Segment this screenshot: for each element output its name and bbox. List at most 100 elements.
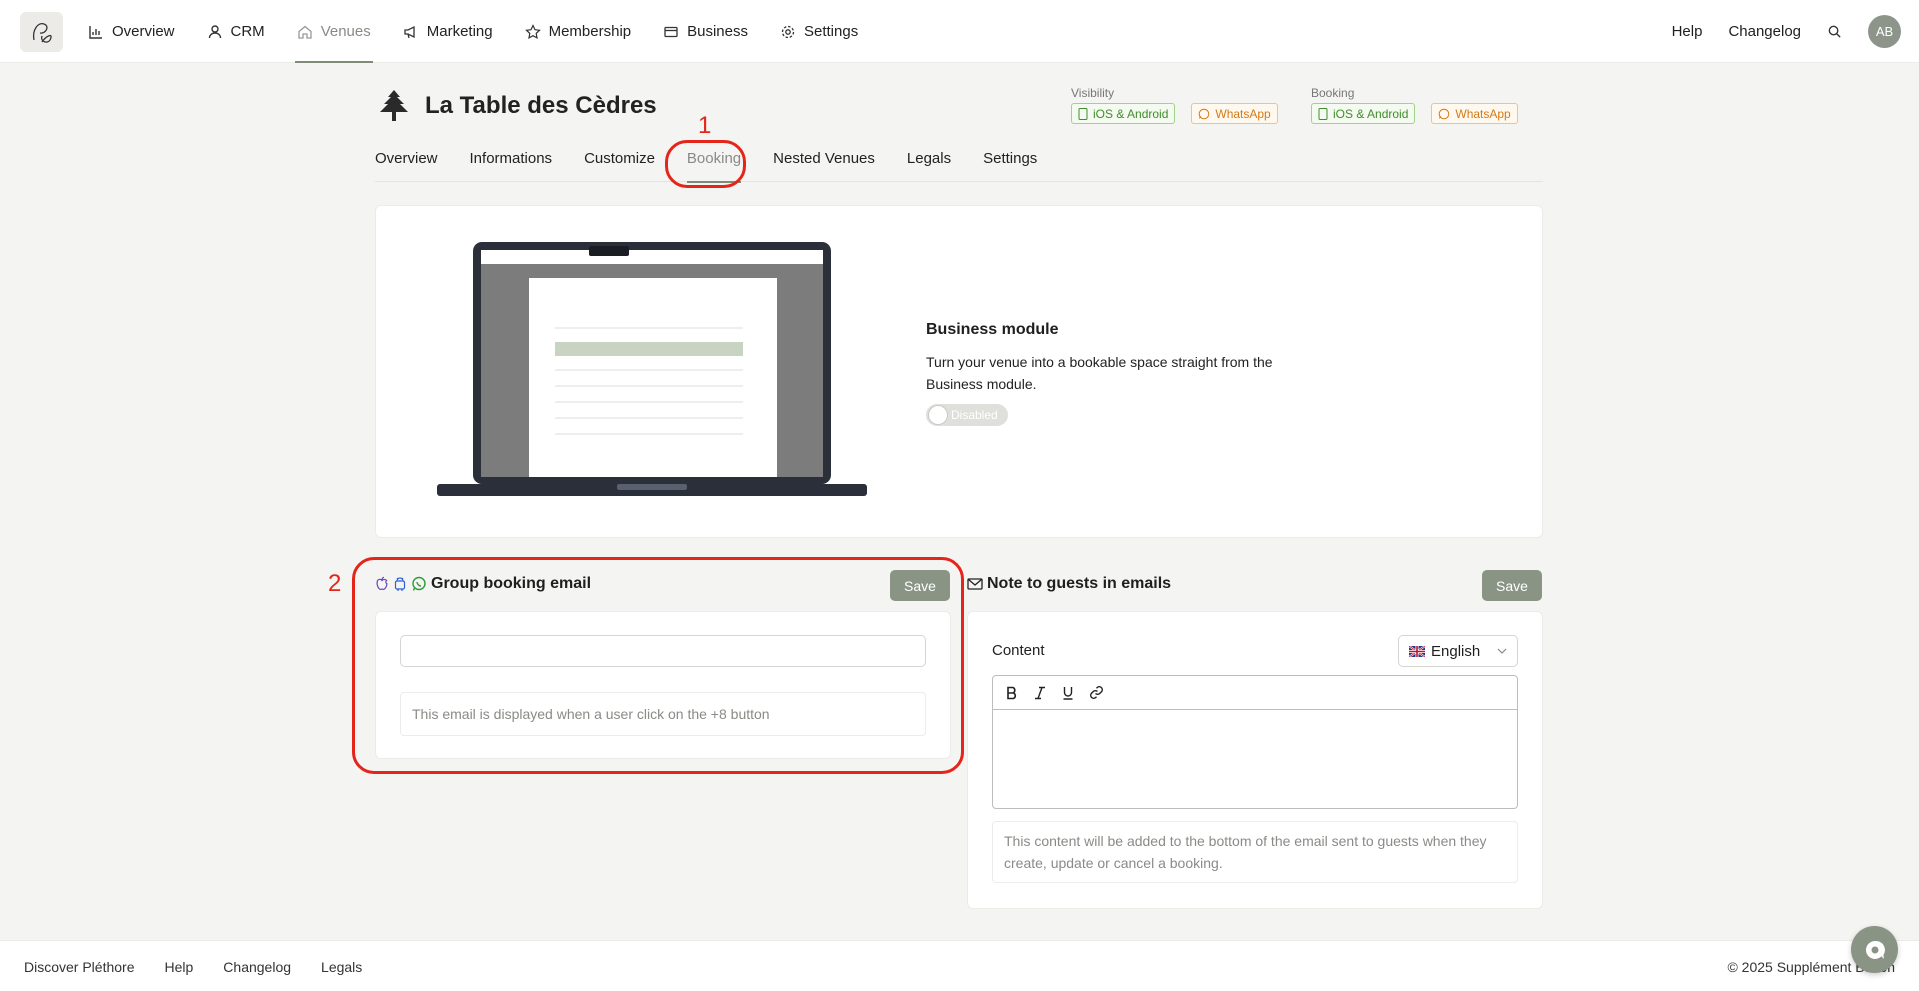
toggle-label: Disabled	[951, 408, 998, 422]
visibility-whatsapp-badge: WhatsApp	[1191, 103, 1278, 124]
laptop-illustration	[437, 242, 867, 496]
phone-icon	[1078, 107, 1088, 120]
top-navigation: Overview CRM Venues Marketing Membership…	[0, 0, 1919, 63]
badge-label: WhatsApp	[1455, 106, 1511, 121]
group-booking-card	[375, 611, 951, 759]
nav-marketing[interactable]: Marketing	[403, 0, 493, 63]
whatsapp-icon	[1439, 108, 1450, 119]
group-booking-hint: This email is displayed when a user clic…	[400, 692, 926, 736]
booking-whatsapp-badge: WhatsApp	[1431, 103, 1518, 124]
bold-button[interactable]	[1003, 684, 1021, 702]
booking-ios-android-badge: iOS & Android	[1311, 103, 1416, 124]
whatsapp-icon	[1199, 108, 1210, 119]
group-booking-email-input[interactable]	[400, 635, 926, 667]
underline-button[interactable]	[1059, 684, 1077, 702]
link-icon	[1089, 686, 1103, 699]
annotation-number-1: 1	[698, 112, 712, 139]
nav-venues-label: Venues	[320, 23, 371, 40]
tab-booking[interactable]: Booking	[686, 142, 742, 183]
italic-icon	[1035, 686, 1045, 699]
footer: Discover Pléthore Help Changelog Legals …	[0, 940, 1919, 991]
avatar[interactable]: AB	[1868, 15, 1901, 48]
tab-nested-venues[interactable]: Nested Venues	[773, 142, 875, 182]
star-icon	[524, 23, 541, 39]
visibility-badges: Visibility iOS & Android WhatsApp	[1071, 86, 1278, 124]
nav-overview-label: Overview	[112, 23, 175, 40]
megaphone-icon	[404, 25, 415, 38]
group-booking-title: Group booking email	[375, 575, 591, 593]
nav-settings[interactable]: Settings	[780, 0, 858, 63]
mail-icon	[967, 578, 983, 590]
tab-overview[interactable]: Overview	[375, 142, 438, 182]
nav-settings-label: Settings	[804, 23, 859, 40]
nav-business[interactable]: Business	[663, 0, 748, 63]
group-booking-title-text: Group booking email	[431, 575, 592, 592]
underline-icon	[1063, 686, 1073, 700]
venue-title: La Table des Cèdres	[425, 92, 657, 119]
user-icon	[208, 24, 221, 38]
bold-icon	[1007, 686, 1017, 699]
logo-icon	[32, 23, 52, 43]
booking-label: Booking	[1311, 86, 1355, 100]
italic-button[interactable]	[1031, 684, 1049, 702]
nav-crm[interactable]: CRM	[207, 0, 265, 63]
tab-legals[interactable]: Legals	[907, 142, 951, 182]
booking-badges: Booking iOS & Android WhatsApp	[1311, 86, 1518, 124]
uk-flag-icon	[1409, 645, 1425, 657]
nav-membership-label: Membership	[548, 23, 632, 40]
language-select-value: English	[1431, 642, 1481, 660]
editor-toolbar	[993, 676, 1517, 710]
nav-crm-label: CRM	[230, 23, 265, 40]
cedar-tree-icon	[380, 90, 408, 121]
gear-icon	[781, 25, 795, 38]
tab-settings[interactable]: Settings	[983, 142, 1037, 182]
footer-help-link[interactable]: Help	[165, 959, 194, 975]
link-button[interactable]	[1087, 684, 1105, 702]
nav-overview[interactable]: Overview	[88, 0, 175, 63]
nav-venues[interactable]: Venues	[294, 0, 373, 63]
search-icon[interactable]	[1827, 24, 1842, 39]
chart-icon	[89, 25, 102, 39]
badge-label: WhatsApp	[1215, 106, 1271, 121]
rich-text-editor	[992, 675, 1518, 809]
nav-business-label: Business	[687, 23, 748, 40]
phone-icon	[1318, 107, 1328, 120]
note-to-guests-title-text: Note to guests in emails	[987, 575, 1172, 592]
badge-label: iOS & Android	[1333, 106, 1409, 121]
group-booking-save-button[interactable]: Save	[890, 570, 950, 601]
footer-discover-link[interactable]: Discover Pléthore	[24, 959, 135, 975]
visibility-label: Visibility	[1071, 86, 1115, 100]
android-icon	[394, 577, 406, 591]
tab-informations[interactable]: Informations	[470, 142, 553, 182]
business-module-title: Business module	[926, 321, 1059, 338]
toggle-knob	[929, 406, 947, 424]
help-link[interactable]: Help	[1672, 23, 1703, 40]
chevron-down-icon	[1497, 648, 1507, 654]
editor-content-area[interactable]	[993, 710, 1517, 808]
nav-marketing-label: Marketing	[426, 23, 493, 40]
footer-changelog-link[interactable]: Changelog	[223, 959, 291, 975]
chat-icon	[1865, 940, 1885, 959]
app-logo[interactable]	[20, 12, 63, 52]
content-label: Content	[992, 642, 1045, 659]
changelog-link[interactable]: Changelog	[1728, 23, 1801, 40]
tab-customize[interactable]: Customize	[584, 142, 655, 182]
apple-icon	[376, 576, 388, 590]
note-save-button[interactable]: Save	[1482, 570, 1542, 601]
business-module-toggle[interactable]: Disabled	[926, 404, 1008, 426]
venue-tabs: Overview Informations Customize Booking …	[375, 142, 1543, 183]
whatsapp-icon	[412, 576, 426, 591]
home-icon	[298, 25, 312, 39]
language-select[interactable]: English	[1398, 635, 1518, 667]
footer-legals-link[interactable]: Legals	[321, 959, 362, 975]
visibility-ios-android-badge: iOS & Android	[1071, 103, 1176, 124]
badge-label: iOS & Android	[1093, 106, 1169, 121]
annotation-number-2: 2	[328, 570, 342, 597]
wallet-icon	[664, 26, 678, 37]
business-module-description: Turn your venue into a bookable space st…	[926, 354, 1273, 392]
nav-membership[interactable]: Membership	[524, 0, 632, 63]
note-hint: This content will be added to the bottom…	[992, 821, 1518, 883]
venue-header: La Table des Cèdres	[375, 86, 657, 126]
chat-support-button[interactable]	[1851, 926, 1898, 973]
note-to-guests-title: Note to guests in emails	[967, 575, 1171, 593]
